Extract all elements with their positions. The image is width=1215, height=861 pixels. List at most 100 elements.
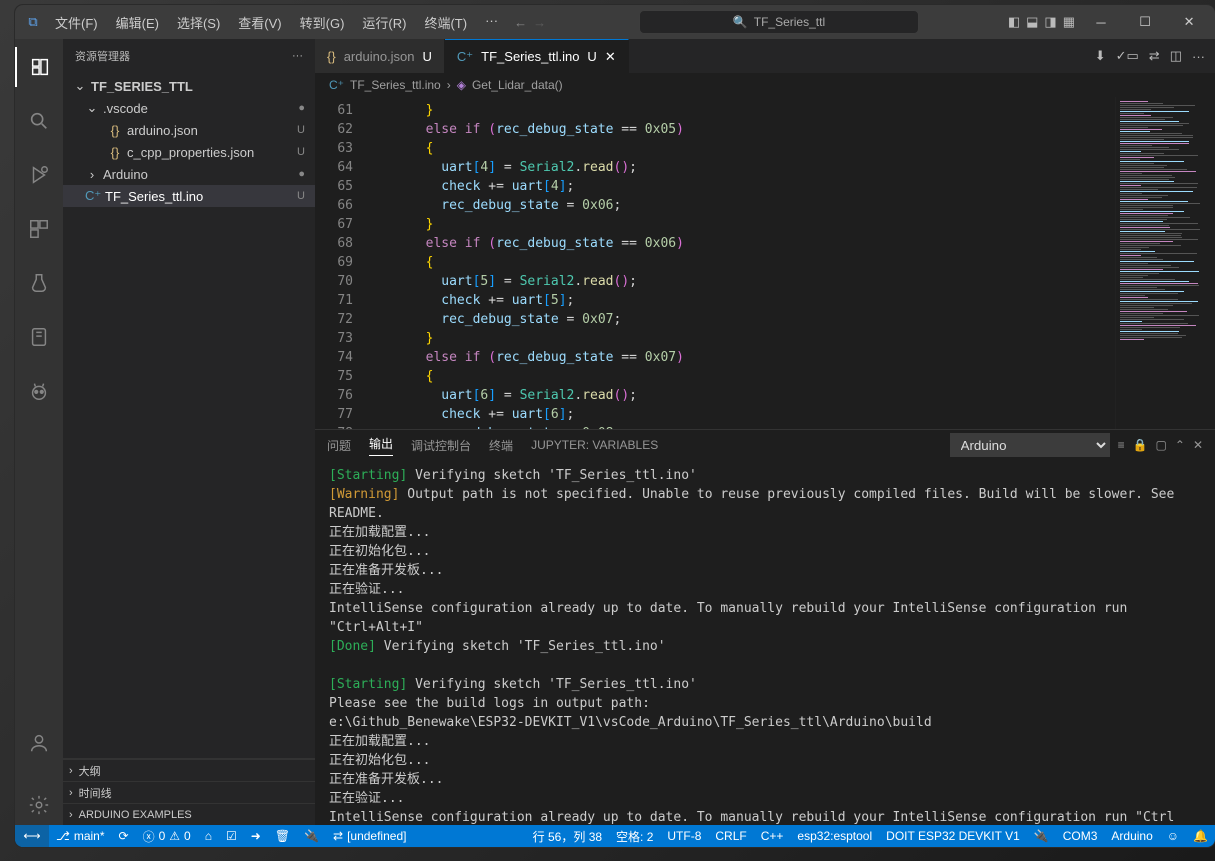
editor-action-upload-icon[interactable]: ⬇ — [1095, 48, 1106, 64]
status-eol[interactable]: CRLF — [708, 825, 753, 847]
tree-folder-vscode[interactable]: ⌄.vscode● — [63, 97, 315, 119]
activity-extensions-icon[interactable] — [15, 209, 63, 249]
bottom-panel: 问题 输出 调试控制台 终端 JUPYTER: VARIABLES Arduin… — [315, 429, 1215, 825]
tree-root[interactable]: ⌄TF_SERIES_TTL — [63, 75, 315, 97]
code-content[interactable]: } else if (rec_debug_state == 0x05) { ua… — [363, 97, 1115, 429]
layout-panel-icon[interactable]: ⬓ — [1026, 14, 1038, 30]
menu-goto[interactable]: 转到(G) — [292, 9, 353, 36]
clear-output-icon[interactable]: ▢ — [1156, 438, 1167, 452]
activity-settings-icon[interactable] — [15, 785, 63, 825]
tab-tf-series-ino[interactable]: C⁺ TF_Series_ttl.ino U ✕ — [445, 39, 629, 73]
activity-search-icon[interactable] — [15, 101, 63, 141]
panel-tab-jupyter-vars[interactable]: JUPYTER: VARIABLES — [531, 438, 658, 452]
menu-run[interactable]: 运行(R) — [354, 9, 414, 36]
filter-icon[interactable]: ≡ — [1118, 438, 1125, 452]
breadcrumb-symbol[interactable]: Get_Lidar_data() — [472, 78, 563, 92]
menu-select[interactable]: 选择(S) — [169, 9, 228, 36]
status-bell-icon[interactable]: 🔔 — [1186, 825, 1215, 847]
status-indentation[interactable]: 空格: 2 — [609, 825, 660, 847]
activity-notebook-icon[interactable] — [15, 317, 63, 357]
sidebar-more-icon[interactable]: ··· — [292, 50, 303, 62]
menu-view[interactable]: 查看(V) — [230, 9, 289, 36]
tree-file-ccpp-json[interactable]: {}c_cpp_properties.jsonU — [63, 141, 315, 163]
status-language[interactable]: C++ — [754, 825, 791, 847]
status-branch[interactable]: ⎇main* — [49, 825, 112, 847]
nav-forward-icon[interactable]: → — [533, 15, 546, 30]
json-icon: {} — [327, 49, 336, 64]
scm-status-label: U — [297, 124, 315, 136]
status-sync[interactable]: ⟳ — [112, 825, 136, 847]
status-cursor-position[interactable]: 行 56，列 38 — [526, 825, 609, 847]
command-center-text: TF_Series_ttl — [754, 15, 825, 29]
status-remote-button[interactable]: ⟷ — [15, 825, 49, 847]
status-pio-home-icon[interactable]: ⌂ — [198, 825, 219, 847]
menu-file[interactable]: 文件(F) — [47, 9, 106, 36]
menu-bar: 文件(F) 编辑(E) 选择(S) 查看(V) 转到(G) 运行(R) 终端(T… — [47, 9, 506, 36]
cpp-file-icon: C⁺ — [329, 78, 344, 92]
panel-tab-problems[interactable]: 问题 — [327, 437, 351, 454]
tab-tf-series-ino-label: TF_Series_ttl.ino — [481, 49, 579, 64]
activity-explorer-icon[interactable] — [15, 47, 63, 87]
activity-platformio-icon[interactable] — [15, 371, 63, 411]
menu-more[interactable]: ··· — [477, 9, 506, 36]
scm-status-label: U — [297, 146, 315, 158]
tree-file-ccpp-json-label: c_cpp_properties.json — [127, 145, 254, 160]
editor-action-more-icon[interactable]: ··· — [1192, 49, 1205, 64]
activity-run-debug-icon[interactable] — [15, 155, 63, 195]
editor-action-compare-icon[interactable]: ⇄ — [1149, 48, 1160, 64]
breadcrumb-bar[interactable]: C⁺ TF_Series_ttl.ino › ◈ Get_Lidar_data(… — [315, 73, 1215, 97]
status-board-pkg[interactable]: esp32:esptool — [790, 825, 879, 847]
editor-action-split-icon[interactable]: ◫ — [1170, 48, 1182, 64]
output-channel-select[interactable]: Arduino — [950, 433, 1110, 457]
panel-maximize-icon[interactable]: ⌃ — [1175, 438, 1185, 452]
status-pio-serial-icon[interactable]: 🔌 — [297, 825, 326, 847]
timeline-panel-header[interactable]: ›时间线 — [63, 781, 315, 803]
status-arduino[interactable]: Arduino — [1104, 825, 1159, 847]
lock-scroll-icon[interactable]: 🔒 — [1133, 438, 1148, 452]
tree-file-arduino-json[interactable]: {}arduino.jsonU — [63, 119, 315, 141]
window-close-button[interactable]: ✕ — [1167, 5, 1211, 39]
output-content[interactable]: [Starting] Verifying sketch 'TF_Series_t… — [315, 460, 1215, 825]
tab-arduino-json[interactable]: {} arduino.json U — [315, 39, 445, 73]
editor-action-verify-icon[interactable]: ✓▭ — [1116, 48, 1139, 64]
status-bar: ⟷ ⎇main* ⟳ ⓧ0⚠0 ⌂ ☑ ➜ 🗑 🔌 ⇄ [undefined] … — [15, 825, 1215, 847]
status-port[interactable]: COM3 — [1056, 825, 1105, 847]
arduino-examples-panel-header[interactable]: ›ARDUINO EXAMPLES — [63, 803, 315, 825]
breadcrumb-file[interactable]: TF_Series_ttl.ino — [350, 78, 441, 92]
title-bar: ⧉ 文件(F) 编辑(E) 选择(S) 查看(V) 转到(G) 运行(R) 终端… — [15, 5, 1215, 39]
menu-terminal[interactable]: 终端(T) — [416, 9, 475, 36]
code-editor[interactable]: 61 62 63 64 65 66 67 68 69 70 71 72 73 7… — [315, 97, 1215, 429]
layout-customize-icon[interactable]: ▦ — [1063, 14, 1075, 30]
panel-tab-terminal[interactable]: 终端 — [489, 437, 513, 454]
outline-panel-header[interactable]: ›大纲 — [63, 759, 315, 781]
layout-sidebar-left-icon[interactable]: ◧ — [1008, 14, 1020, 30]
tree-folder-arduino[interactable]: ›Arduino● — [63, 163, 315, 185]
sidebar-title: 资源管理器 — [75, 48, 130, 64]
window-maximize-button[interactable]: ☐ — [1123, 5, 1167, 39]
tab-close-icon[interactable]: ✕ — [605, 49, 616, 65]
panel-tabs: 问题 输出 调试控制台 终端 JUPYTER: VARIABLES Arduin… — [315, 430, 1215, 460]
status-pio-upload-icon[interactable]: ➜ — [244, 825, 268, 847]
activity-testing-icon[interactable] — [15, 263, 63, 303]
activity-accounts-icon[interactable] — [15, 723, 63, 763]
status-encoding[interactable]: UTF-8 — [660, 825, 708, 847]
layout-sidebar-right-icon[interactable]: ◨ — [1044, 14, 1056, 30]
status-env[interactable]: ⇄ [undefined] — [326, 825, 413, 847]
tree-file-ino[interactable]: C⁺TF_Series_ttl.inoU — [63, 185, 315, 207]
method-icon: ◈ — [457, 78, 466, 92]
nav-back-icon[interactable]: ← — [514, 15, 527, 30]
status-plug-icon[interactable]: 🔌 — [1027, 825, 1056, 847]
status-pio-clean-icon[interactable]: 🗑 — [268, 825, 297, 847]
status-pio-build-icon[interactable]: ☑ — [219, 825, 244, 847]
status-feedback-icon[interactable]: ☺ — [1160, 825, 1186, 847]
tree-root-label: TF_SERIES_TTL — [91, 79, 193, 94]
panel-close-icon[interactable]: ✕ — [1193, 438, 1203, 452]
status-board-name[interactable]: DOIT ESP32 DEVKIT V1 — [879, 825, 1027, 847]
menu-edit[interactable]: 编辑(E) — [108, 9, 167, 36]
command-center[interactable]: 🔍 TF_Series_ttl — [639, 10, 919, 34]
panel-tab-debug-console[interactable]: 调试控制台 — [411, 437, 471, 454]
minimap[interactable] — [1115, 97, 1215, 429]
window-minimize-button[interactable]: ─ — [1079, 5, 1123, 39]
panel-tab-output[interactable]: 输出 — [369, 435, 393, 456]
status-problems[interactable]: ⓧ0⚠0 — [136, 825, 198, 847]
